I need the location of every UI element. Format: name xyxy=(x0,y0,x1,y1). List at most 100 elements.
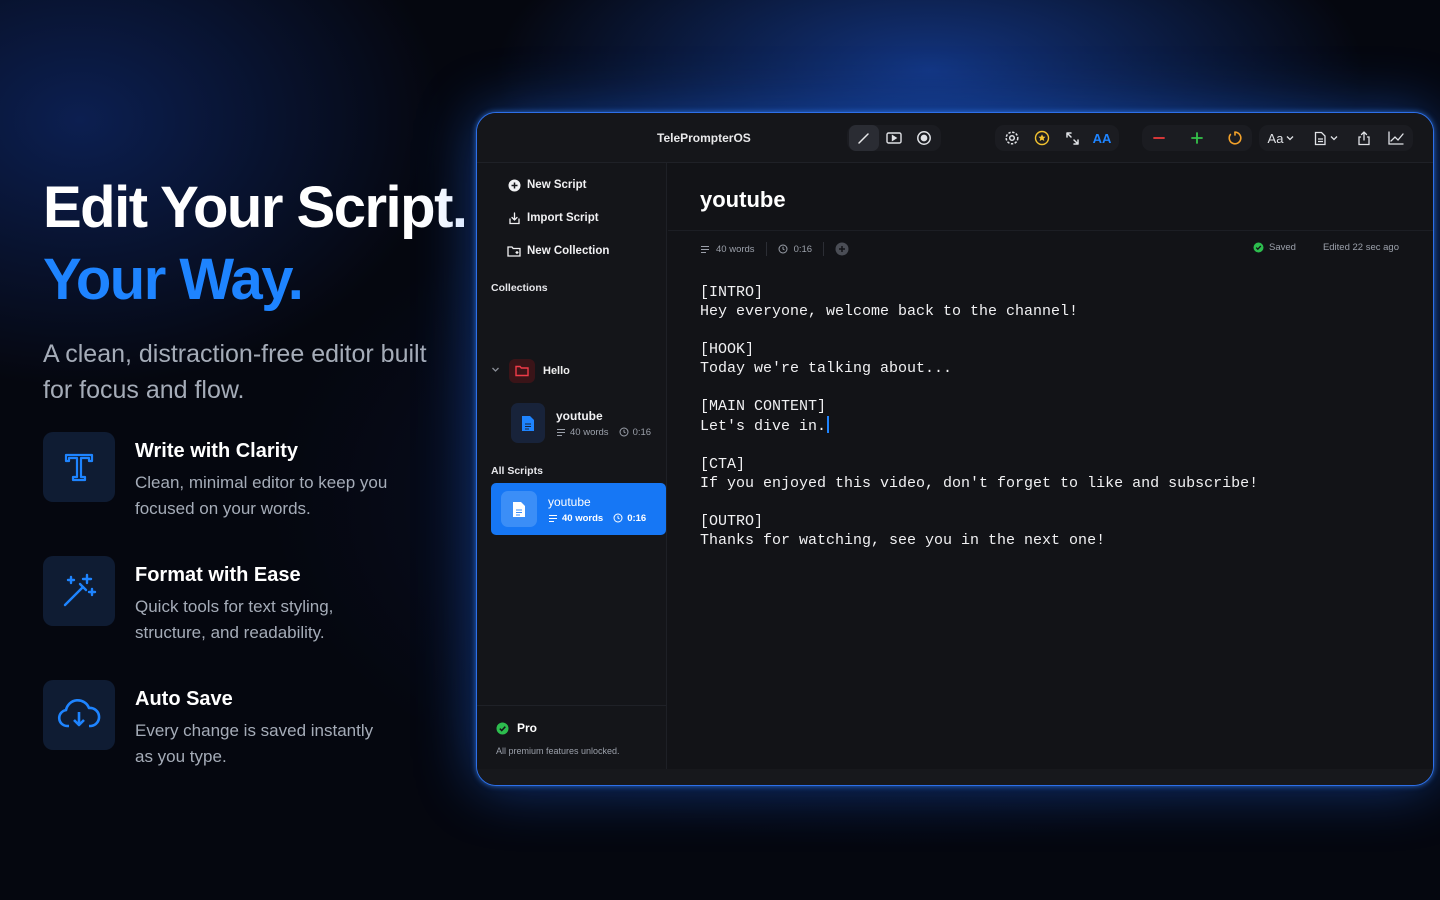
font-label: Aa xyxy=(1267,130,1284,146)
last-edited: Edited 22 sec ago xyxy=(1322,242,1399,253)
analytics-button[interactable] xyxy=(1381,125,1411,151)
save-status: Saved xyxy=(1269,242,1296,253)
new-collection-button[interactable]: New Collection xyxy=(507,242,609,260)
chart-line-icon xyxy=(1388,131,1404,145)
speed-controls xyxy=(1142,125,1252,151)
plus-circle-icon xyxy=(835,242,849,256)
check-circle-icon xyxy=(496,722,509,734)
divider xyxy=(668,230,1433,231)
word-count-icon xyxy=(549,514,557,522)
check-circle-icon xyxy=(1253,242,1264,253)
share-icon xyxy=(1358,130,1370,145)
title-bar: TelePrompterOS AA Aa xyxy=(477,113,1433,163)
prompter-controls: AA xyxy=(995,125,1119,151)
script-duration: 0:16 xyxy=(627,512,647,524)
active-script-item[interactable]: youtube 40 words 0:16 xyxy=(491,483,666,535)
record-mode-button[interactable] xyxy=(909,125,939,151)
app-window: TelePrompterOS AA Aa New Script Import S… xyxy=(476,112,1434,786)
import-icon xyxy=(507,211,521,225)
section-text: Today we're talking about... xyxy=(700,360,953,377)
new-script-button[interactable]: New Script xyxy=(507,176,586,194)
decrease-button[interactable] xyxy=(1144,125,1174,151)
feature-description: Quick tools for text styling, structure,… xyxy=(135,597,334,642)
collections-heading: Collections xyxy=(491,282,548,294)
word-count-icon xyxy=(557,428,565,436)
new-collection-label: New Collection xyxy=(527,245,610,257)
feature-title: Auto Save xyxy=(135,688,233,710)
pro-description: All premium features unlocked. xyxy=(496,746,620,756)
hero-title-line-2: Your Way. xyxy=(43,247,304,312)
section-text: Let's dive in. xyxy=(700,418,827,435)
record-icon xyxy=(917,131,931,145)
script-block: [CTA] If you enjoyed this video, don't fo… xyxy=(700,455,1413,493)
timer-button[interactable] xyxy=(1220,125,1250,151)
hero-section: Edit Your Script. Your Way. A clean, dis… xyxy=(43,172,473,408)
window-footer xyxy=(477,769,1433,785)
section-label: [HOOK] xyxy=(700,341,755,358)
text-cursor xyxy=(827,416,830,433)
clock-icon xyxy=(619,427,629,437)
hero-subtitle: A clean, distraction-free editor built f… xyxy=(43,340,427,404)
document-icon xyxy=(511,403,545,443)
collection-item[interactable]: Hello xyxy=(491,359,661,383)
increase-button[interactable] xyxy=(1182,125,1212,151)
section-label: [CTA] xyxy=(700,456,746,473)
script-word-count: 40 words xyxy=(570,426,609,438)
folder-icon xyxy=(509,359,535,383)
section-label: [MAIN CONTENT] xyxy=(700,398,827,415)
script-word-count: 40 words xyxy=(562,512,604,524)
folder-plus-icon xyxy=(507,245,521,257)
script-block: [HOOK] Today we're talking about... xyxy=(700,340,1413,378)
feature-item: Write with Clarity Clean, minimal editor… xyxy=(43,432,443,556)
chevron-down-icon xyxy=(1286,136,1294,141)
share-button[interactable] xyxy=(1349,125,1379,151)
section-text: Thanks for watching, see you in the next… xyxy=(700,532,1106,549)
fullscreen-button[interactable] xyxy=(1057,125,1087,151)
magic-wand-icon xyxy=(43,556,115,626)
play-mode-button[interactable] xyxy=(879,125,909,151)
feature-item: Format with Ease Quick tools for text st… xyxy=(43,556,443,680)
script-block: [OUTRO] Thanks for watching, see you in t… xyxy=(700,512,1413,550)
import-script-label: Import Script xyxy=(527,212,599,224)
all-scripts-heading: All Scripts xyxy=(491,465,543,477)
feature-item: Auto Save Every change is saved instantl… xyxy=(43,680,443,804)
feature-description: Clean, minimal editor to keep you focuse… xyxy=(135,473,388,518)
expand-arrows-icon xyxy=(1065,131,1079,145)
chevron-down-icon xyxy=(1330,136,1338,141)
mode-switcher xyxy=(847,125,941,151)
script-block: [MAIN CONTENT] Let's dive in. xyxy=(700,397,1413,436)
font-menu-button[interactable]: Aa xyxy=(1261,125,1301,151)
document-meta-bar: 40 words 0:16 Saved Edited 22 sec ago xyxy=(700,242,1399,258)
new-script-label: New Script xyxy=(527,179,587,191)
sidebar: New Script Import Script New Collection … xyxy=(477,163,667,769)
script-editor[interactable]: [INTRO] Hey everyone, welcome back to the… xyxy=(700,283,1413,569)
collection-script-item[interactable]: youtube 40 words 0:16 xyxy=(511,399,661,447)
plus-icon xyxy=(1191,132,1203,144)
text-size-button[interactable]: AA xyxy=(1087,125,1117,151)
hero-title: Edit Your Script. Your Way. xyxy=(43,172,473,316)
document-icon xyxy=(501,491,537,527)
script-block: [INTRO] Hey everyone, welcome back to the… xyxy=(700,283,1413,321)
play-screen-icon xyxy=(886,132,902,144)
feature-description: Every change is saved instantly as you t… xyxy=(135,721,374,766)
add-tag-button[interactable] xyxy=(835,242,849,256)
highlight-button[interactable] xyxy=(1027,125,1057,151)
divider xyxy=(823,242,825,256)
edit-mode-button[interactable] xyxy=(849,125,879,151)
plus-circle-icon xyxy=(507,179,521,192)
document-title[interactable]: youtube xyxy=(700,187,786,213)
section-label: [OUTRO] xyxy=(700,513,764,530)
clock-icon xyxy=(778,244,788,254)
collection-name: Hello xyxy=(543,365,570,377)
document-menu-button[interactable] xyxy=(1307,125,1345,151)
chevron-down-icon[interactable] xyxy=(491,365,507,377)
section-text: If you enjoyed this video, don't forget … xyxy=(700,475,1259,492)
document-icon xyxy=(1314,131,1326,145)
import-script-button[interactable]: Import Script xyxy=(507,209,599,227)
script-name: youtube xyxy=(548,494,591,509)
duration: 0:16 xyxy=(793,243,813,255)
hero-title-line-1: Edit Your Script. xyxy=(43,175,468,240)
pencil-icon xyxy=(858,133,869,144)
script-duration: 0:16 xyxy=(632,426,652,438)
settings-button[interactable] xyxy=(997,125,1027,151)
